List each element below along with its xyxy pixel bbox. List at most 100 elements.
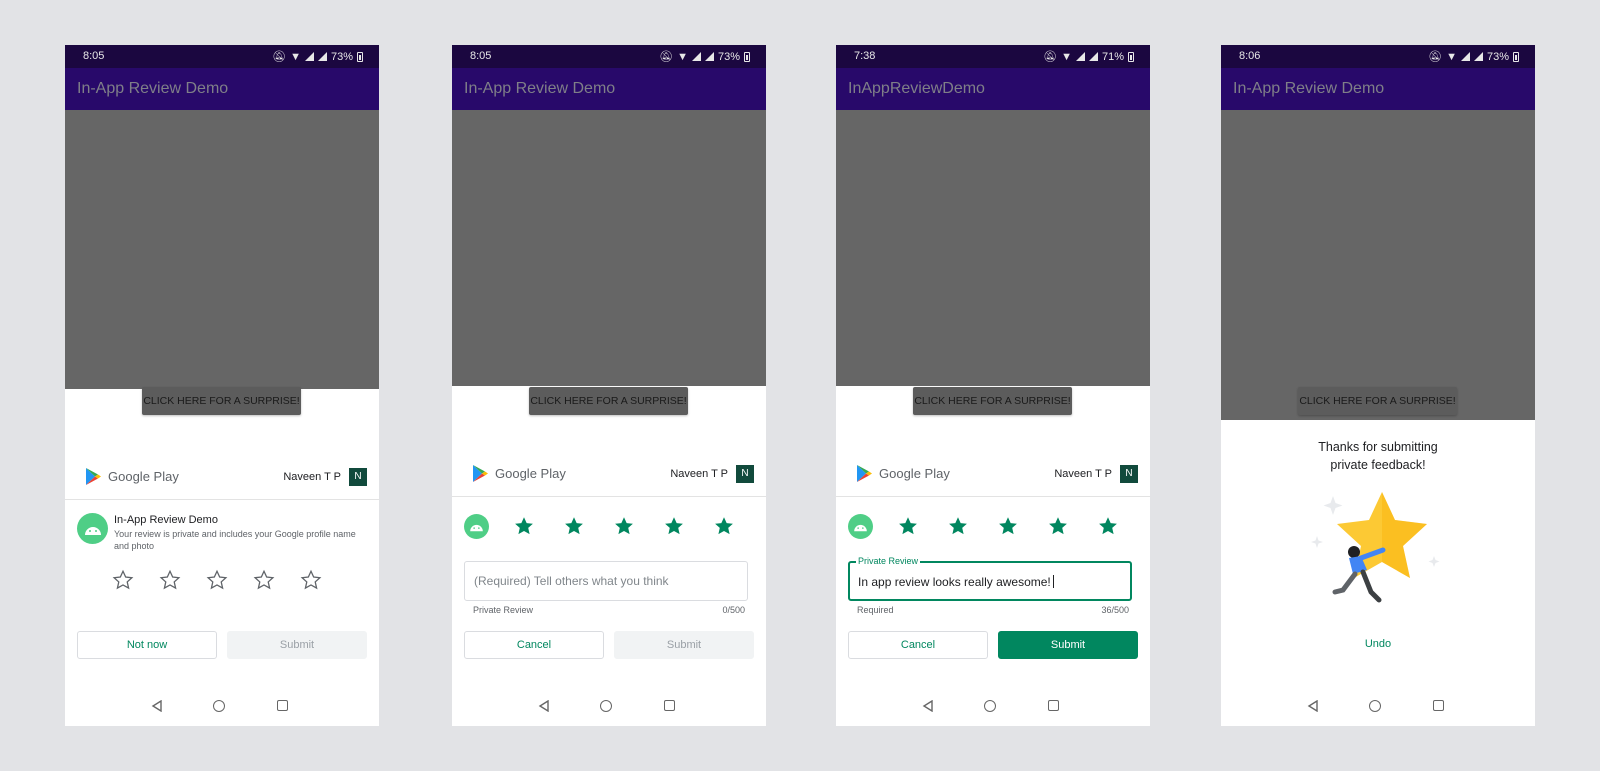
- app-bar: In-App Review Demo: [1221, 68, 1535, 110]
- star-3-icon[interactable]: [206, 569, 228, 591]
- recents-icon[interactable]: [1048, 700, 1059, 711]
- recents-icon[interactable]: [277, 700, 288, 711]
- home-icon[interactable]: [984, 700, 996, 712]
- google-play-logo: Google Play: [85, 467, 179, 486]
- star-3-icon[interactable]: [997, 515, 1019, 537]
- review-text-input[interactable]: (Required) Tell others what you think: [464, 561, 748, 601]
- review-header: Google Play Naveen T P N: [65, 456, 379, 500]
- char-counter: 0/500: [722, 605, 745, 615]
- surprise-button[interactable]: CLICK HERE FOR A SURPRISE!: [529, 387, 688, 415]
- main-content: CLICK HERE FOR A SURPRISE!: [1221, 110, 1535, 420]
- star-5-icon[interactable]: [713, 515, 735, 537]
- status-bar: 8:06 🔕︎ ▼ 73%: [1221, 45, 1535, 68]
- back-icon[interactable]: [922, 700, 934, 712]
- star-1-icon[interactable]: [513, 515, 535, 537]
- mute-icon: 🔕︎: [272, 51, 287, 63]
- star-5-icon[interactable]: [1097, 515, 1119, 537]
- mute-icon: 🔕︎: [659, 51, 674, 63]
- battery-icon: [357, 51, 363, 62]
- home-icon[interactable]: [1369, 700, 1381, 712]
- review-sheet: Google Play Naveen T P N (Required) Tell…: [452, 453, 766, 686]
- status-time: 7:38: [854, 50, 876, 62]
- battery-icon: [1128, 51, 1134, 62]
- app-title: In-App Review Demo: [1233, 80, 1385, 97]
- google-play-logo: Google Play: [472, 464, 566, 483]
- user-account[interactable]: Naveen T P N: [283, 468, 367, 486]
- status-bar: 8:05 🔕︎ ▼ 73%: [452, 45, 766, 68]
- surprise-button[interactable]: CLICK HERE FOR A SURPRISE!: [913, 387, 1072, 415]
- star-celebration-illustration: [1311, 492, 1440, 603]
- wifi-icon: ▼: [677, 50, 688, 63]
- star-rating: [112, 569, 332, 595]
- app-title: In-App Review Demo: [464, 80, 616, 97]
- avatar: N: [349, 468, 367, 486]
- recents-icon[interactable]: [1433, 700, 1444, 711]
- star-2-icon[interactable]: [159, 569, 181, 591]
- surprise-button[interactable]: CLICK HERE FOR A SURPRISE!: [1298, 387, 1457, 415]
- battery-percent: 73%: [330, 50, 353, 63]
- thanks-line-1: Thanks for submitting: [1318, 440, 1438, 454]
- signal-icon-2: [704, 52, 714, 61]
- thanks-message: Thanks for submitting private feedback!: [1221, 438, 1535, 474]
- star-4-icon[interactable]: [253, 569, 275, 591]
- phone-screen-2: 8:05 🔕︎ ▼ 73% In-App Review Demo CLICK H…: [452, 45, 766, 726]
- star-5-icon[interactable]: [300, 569, 322, 591]
- signal-icon: [304, 52, 314, 61]
- mute-icon: 🔕︎: [1428, 51, 1443, 63]
- review-header: Google Play Naveen T P N: [836, 453, 1150, 497]
- android-app-icon: [77, 513, 108, 544]
- signal-icon-2: [317, 52, 327, 61]
- android-app-icon: [848, 514, 873, 539]
- android-app-icon: [464, 514, 489, 539]
- star-1-icon[interactable]: [897, 515, 919, 537]
- home-icon[interactable]: [213, 700, 225, 712]
- status-time: 8:05: [470, 50, 492, 62]
- star-1-icon[interactable]: [112, 569, 134, 591]
- cancel-button[interactable]: Cancel: [464, 631, 604, 659]
- star-2-icon[interactable]: [563, 515, 585, 537]
- star-4-icon[interactable]: [1047, 515, 1069, 537]
- battery-percent: 73%: [717, 50, 740, 63]
- back-icon[interactable]: [538, 700, 550, 712]
- back-icon[interactable]: [151, 700, 163, 712]
- submit-button[interactable]: Submit: [614, 631, 754, 659]
- review-text-input[interactable]: Private Review In app review looks reall…: [848, 556, 1132, 601]
- wifi-icon: ▼: [290, 50, 301, 63]
- surprise-button[interactable]: CLICK HERE FOR A SURPRISE!: [142, 387, 301, 415]
- play-triangle-icon: [86, 468, 101, 485]
- app-info: In-App Review Demo Your review is privat…: [77, 513, 367, 552]
- home-icon[interactable]: [600, 700, 612, 712]
- app-name: In-App Review Demo: [114, 514, 218, 526]
- field-label: Private Review: [856, 556, 921, 566]
- submit-button[interactable]: Submit: [998, 631, 1138, 659]
- user-account[interactable]: Naveen T P N: [1054, 465, 1138, 483]
- recents-icon[interactable]: [664, 700, 675, 711]
- status-time: 8:06: [1239, 50, 1261, 62]
- star-3-icon[interactable]: [613, 515, 635, 537]
- app-bar: In-App Review Demo: [65, 68, 379, 110]
- cancel-button[interactable]: Cancel: [848, 631, 988, 659]
- user-account[interactable]: Naveen T P N: [670, 465, 754, 483]
- review-text-value: In app review looks really awesome!: [858, 575, 1051, 589]
- nav-bar: [452, 686, 766, 726]
- privacy-note: Your review is private and includes your…: [114, 529, 356, 551]
- wifi-icon: ▼: [1446, 50, 1457, 63]
- play-triangle-icon: [857, 465, 872, 482]
- nav-bar: [65, 686, 379, 726]
- status-time: 8:05: [83, 50, 105, 62]
- char-counter: 36/500: [1101, 605, 1129, 615]
- back-icon[interactable]: [1307, 700, 1319, 712]
- avatar: N: [1120, 465, 1138, 483]
- feedback-confirmation: Thanks for submitting private feedback! …: [1221, 420, 1535, 686]
- app-bar: InAppReviewDemo: [836, 68, 1150, 110]
- user-name: Naveen T P: [670, 468, 728, 480]
- undo-link[interactable]: Undo: [1221, 638, 1535, 650]
- star-4-icon[interactable]: [663, 515, 685, 537]
- play-triangle-icon: [473, 465, 488, 482]
- submit-button[interactable]: Submit: [227, 631, 367, 659]
- review-placeholder: (Required) Tell others what you think: [474, 574, 669, 588]
- mute-icon: 🔕︎: [1043, 51, 1058, 63]
- star-2-icon[interactable]: [947, 515, 969, 537]
- google-play-label: Google Play: [879, 466, 950, 481]
- not-now-button[interactable]: Not now: [77, 631, 217, 659]
